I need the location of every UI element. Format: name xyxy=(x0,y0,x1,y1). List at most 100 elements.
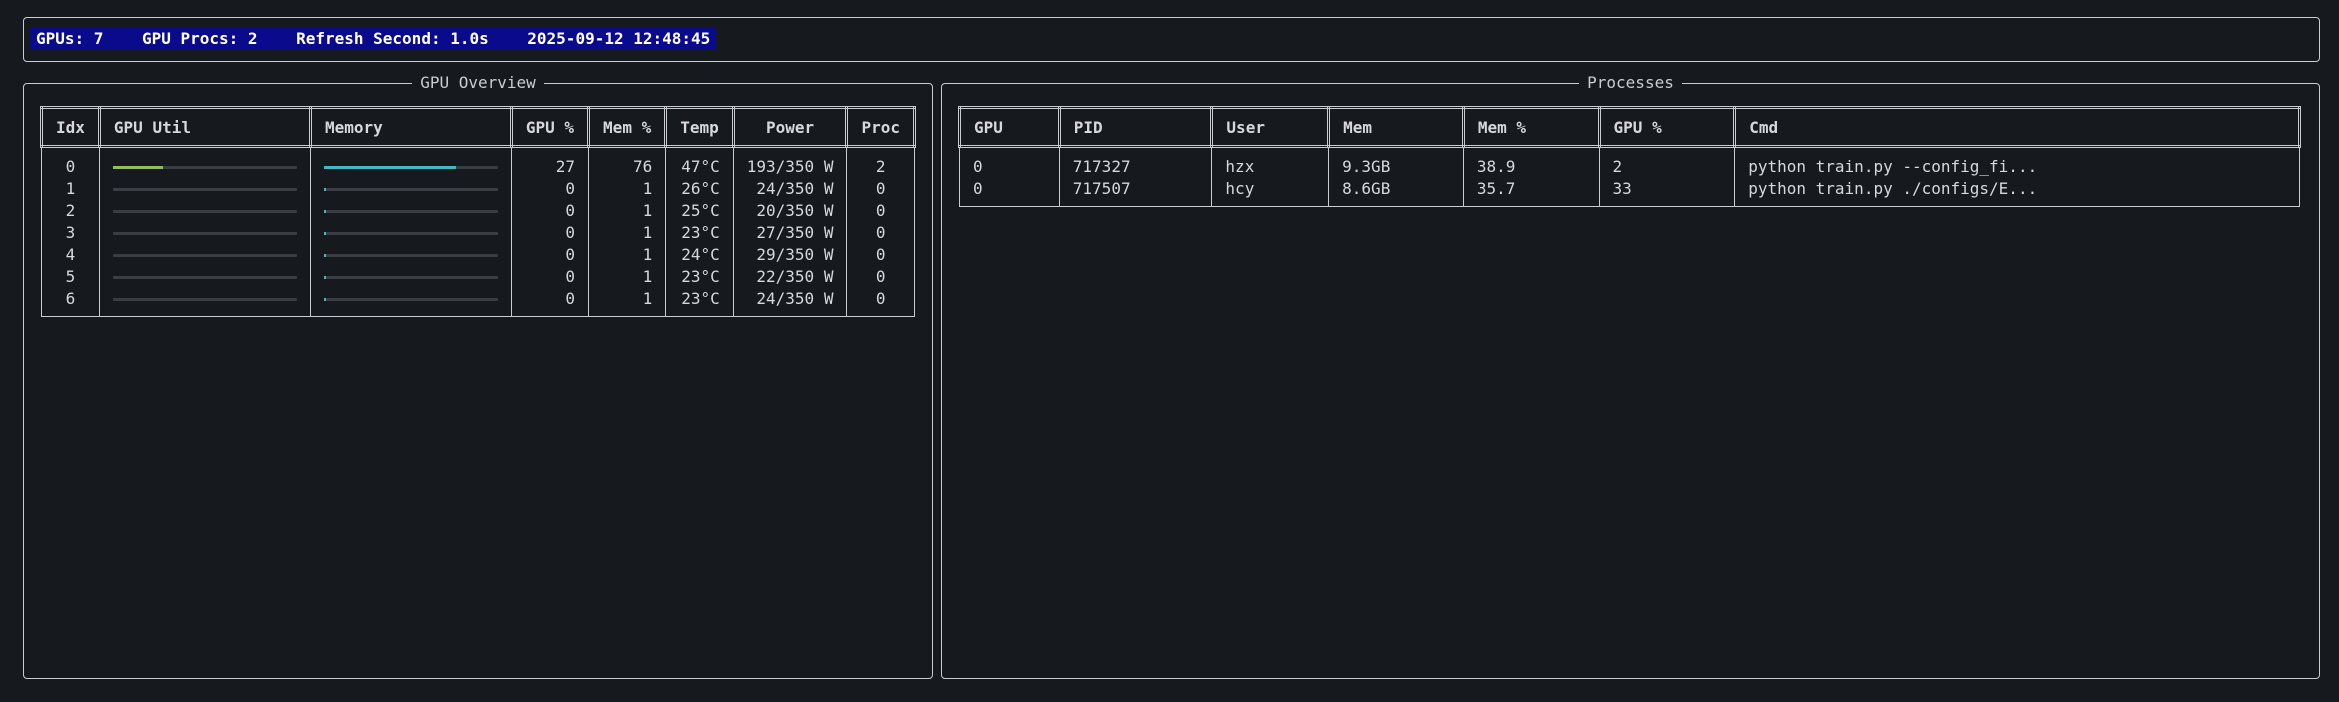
proc-gpu-pct: 33 xyxy=(1598,178,1736,200)
mem-pct: 1 xyxy=(588,222,667,244)
gpu-idx: 5 xyxy=(41,266,100,288)
power: 29/350 W xyxy=(732,244,848,266)
processes-table: GPU PID User Mem Mem % GPU % Cmd 0 717327… xyxy=(958,106,2301,207)
gpu-row[interactable]: 2 0 1 25°C 20/350 W0 xyxy=(41,200,915,222)
col-header-memory[interactable]: Memory xyxy=(308,106,513,148)
proc-cmd: python train.py --config_fi... xyxy=(1734,156,2300,178)
gpu-row[interactable]: 4 0 1 24°C 29/350 W0 xyxy=(41,244,915,266)
proc-pid: 717327 xyxy=(1058,156,1213,178)
col-header-mem[interactable]: Mem xyxy=(1327,106,1465,148)
process-row[interactable]: 0 717327 hzx 9.3GB 38.9 2 python train.py --co… xyxy=(959,156,2300,178)
col-header-power[interactable]: Power xyxy=(731,106,849,148)
gpu-idx: 3 xyxy=(41,222,100,244)
power: 22/350 W xyxy=(732,266,848,288)
gpu-util-bar xyxy=(112,275,297,279)
col-header-gpu-pct[interactable]: GPU % xyxy=(509,106,591,148)
memory-bar-cell xyxy=(309,266,512,288)
gpu-overview-panel: GPU Overview Idx GPU Util Memory GPU % M… xyxy=(23,73,933,679)
power: 193/350 W xyxy=(732,156,848,178)
proc-mem-pct: 38.9 xyxy=(1462,156,1600,178)
gpu-util-bar-cell xyxy=(98,244,311,266)
gpu-pct: 0 xyxy=(510,244,590,266)
proc-mem: 8.6GB xyxy=(1328,178,1464,200)
proc-count: 0 xyxy=(846,222,915,244)
status-text: GPUs: 7 GPU Procs: 2 Refresh Second: 1.0… xyxy=(30,28,717,49)
proc-gpu-pct: 2 xyxy=(1598,156,1736,178)
temp: 23°C xyxy=(665,266,734,288)
proc-user: hzx xyxy=(1211,156,1330,178)
gpu-util-bar xyxy=(112,165,297,169)
gpu-util-bar-cell xyxy=(98,156,311,178)
power: 24/350 W xyxy=(732,288,848,310)
proc-gpu: 0 xyxy=(959,156,1060,178)
col-header-pid[interactable]: PID xyxy=(1057,106,1214,148)
proc-count: 0 xyxy=(846,178,915,200)
gpu-util-bar-cell xyxy=(98,222,311,244)
col-header-mem-pct[interactable]: Mem % xyxy=(587,106,668,148)
memory-bar xyxy=(323,231,498,235)
gpu-pct: 0 xyxy=(510,288,590,310)
col-header-gpu-pct[interactable]: GPU % xyxy=(1597,106,1737,148)
gpu-row[interactable]: 1 0 1 26°C 24/350 W0 xyxy=(41,178,915,200)
gpu-row[interactable]: 5 0 1 23°C 22/350 W0 xyxy=(41,266,915,288)
col-header-temp[interactable]: Temp xyxy=(664,106,735,148)
memory-bar-cell xyxy=(309,244,512,266)
mem-pct: 1 xyxy=(588,288,667,310)
gpu-util-bar xyxy=(112,297,297,301)
proc-cmd: python train.py ./configs/E... xyxy=(1734,178,2300,200)
memory-bar-cell xyxy=(309,288,512,310)
memory-bar-fill xyxy=(323,209,326,213)
memory-bar-fill xyxy=(323,187,326,191)
gpu-pct: 0 xyxy=(510,178,590,200)
proc-mem-pct: 35.7 xyxy=(1462,178,1600,200)
proc-user: hcy xyxy=(1211,178,1330,200)
mem-pct: 1 xyxy=(588,178,667,200)
gpu-overview-table: Idx GPU Util Memory GPU % Mem % Temp Pow… xyxy=(40,106,916,317)
gpu-row[interactable]: 0 27 76 47°C 193/350 W2 xyxy=(41,156,915,178)
proc-pid: 717507 xyxy=(1058,178,1213,200)
memory-bar-fill xyxy=(323,297,326,301)
gpu-util-bar xyxy=(112,209,297,213)
proc-count: 0 xyxy=(846,288,915,310)
gpu-idx: 2 xyxy=(41,200,100,222)
process-row[interactable]: 0 717507 hcy 8.6GB 35.7 33 python train.py ./c… xyxy=(959,178,2300,200)
gpu-idx: 6 xyxy=(41,288,100,310)
proc-count: 0 xyxy=(846,244,915,266)
proc-table-header-row: GPU PID User Mem Mem % GPU % Cmd xyxy=(958,106,2301,148)
gpu-row[interactable]: 6 0 1 23°C 24/350 W0 xyxy=(41,288,915,310)
gpu-util-bar-cell xyxy=(98,178,311,200)
gpu-pct: 0 xyxy=(510,222,590,244)
gpu-util-bar-cell xyxy=(98,200,311,222)
col-header-user[interactable]: User xyxy=(1210,106,1331,148)
col-header-idx[interactable]: Idx xyxy=(40,106,101,148)
memory-bar-fill xyxy=(323,275,326,279)
power: 20/350 W xyxy=(732,200,848,222)
temp: 24°C xyxy=(665,244,734,266)
col-header-gpu[interactable]: GPU xyxy=(958,106,1061,148)
gpu-idx: 1 xyxy=(41,178,100,200)
processes-title: Processes xyxy=(1579,73,1682,92)
memory-bar-cell xyxy=(309,200,512,222)
gpu-table-header-row: Idx GPU Util Memory GPU % Mem % Temp Pow… xyxy=(40,106,916,148)
col-header-mem-pct[interactable]: Mem % xyxy=(1461,106,1601,148)
mem-pct: 76 xyxy=(588,156,667,178)
gpu-util-bar xyxy=(112,231,297,235)
memory-bar-fill xyxy=(323,231,326,235)
col-header-proc[interactable]: Proc xyxy=(845,106,916,148)
memory-bar xyxy=(323,165,498,169)
proc-count: 0 xyxy=(846,266,915,288)
gpu-idx: 4 xyxy=(41,244,100,266)
gpu-util-bar-fill xyxy=(112,165,163,169)
col-header-gpu-util[interactable]: GPU Util xyxy=(97,106,312,148)
col-header-cmd[interactable]: Cmd xyxy=(1733,106,2301,148)
memory-bar-cell xyxy=(309,178,512,200)
gpu-idx: 0 xyxy=(41,156,100,178)
gpu-row[interactable]: 3 0 1 23°C 27/350 W0 xyxy=(41,222,915,244)
memory-bar xyxy=(323,209,498,213)
mem-pct: 1 xyxy=(588,266,667,288)
proc-count: 0 xyxy=(846,200,915,222)
power: 24/350 W xyxy=(732,178,848,200)
memory-bar-cell xyxy=(309,222,512,244)
proc-mem: 9.3GB xyxy=(1328,156,1464,178)
temp: 47°C xyxy=(665,156,734,178)
